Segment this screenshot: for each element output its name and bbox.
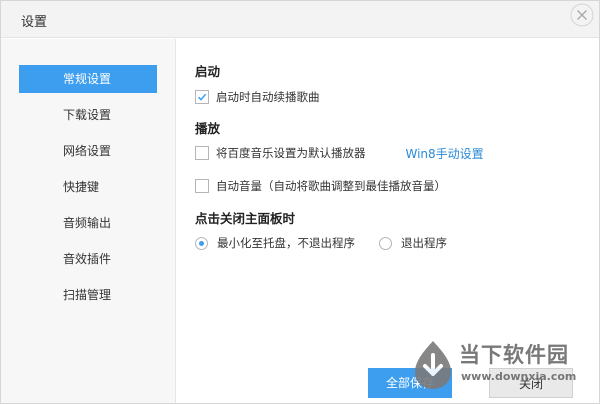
- sidebar-item-shortcuts[interactable]: 快捷键: [19, 173, 157, 201]
- auto-volume-checkbox[interactable]: [195, 179, 209, 193]
- settings-content: 启动 启动时自动续播歌曲 播放 将百度音乐设置为默认播放器 Win8手动设置 自…: [177, 39, 599, 403]
- dialog-title: 设置: [21, 15, 48, 30]
- section-title-startup: 启动: [195, 64, 221, 79]
- exit-program-option[interactable]: 退出程序: [379, 234, 447, 252]
- default-player-option[interactable]: 将百度音乐设置为默认播放器 Win8手动设置: [195, 144, 484, 162]
- default-player-checkbox[interactable]: [195, 146, 209, 160]
- default-player-label: 将百度音乐设置为默认播放器: [216, 146, 366, 160]
- sidebar-item-download[interactable]: 下载设置: [19, 101, 157, 129]
- exit-program-radio[interactable]: [379, 236, 392, 250]
- section-title-playback: 播放: [195, 121, 221, 136]
- close-button[interactable]: 关闭: [489, 368, 573, 398]
- sidebar-item-general[interactable]: 常规设置: [19, 65, 157, 93]
- autoplay-option[interactable]: 启动时自动续播歌曲: [195, 88, 320, 106]
- minimize-to-tray-radio[interactable]: [195, 236, 208, 250]
- sidebar-item-scan-management[interactable]: 扫描管理: [19, 281, 157, 309]
- sidebar-item-network[interactable]: 网络设置: [19, 137, 157, 165]
- minimize-to-tray-label: 最小化至托盘，不退出程序: [217, 236, 355, 250]
- section-title-close-behavior: 点击关闭主面板时: [195, 211, 296, 226]
- auto-volume-option[interactable]: 自动音量（自动将歌曲调整到最佳播放音量）: [195, 177, 446, 195]
- autoplay-label: 启动时自动续播歌曲: [216, 90, 320, 104]
- radio-selected-dot: [199, 240, 204, 246]
- sidebar-item-sound-effects[interactable]: 音效插件: [19, 245, 157, 273]
- minimize-to-tray-option[interactable]: 最小化至托盘，不退出程序: [195, 234, 355, 252]
- sidebar-item-audio-output[interactable]: 音频输出: [19, 209, 157, 237]
- title-bar[interactable]: 设置: [1, 1, 599, 38]
- auto-volume-label: 自动音量（自动将歌曲调整到最佳播放音量）: [216, 179, 446, 193]
- sidebar: 常规设置 下载设置 网络设置 快捷键 音频输出 音效插件 扫描管理: [1, 39, 176, 403]
- settings-dialog: 设置 常规设置 下载设置 网络设置 快捷键 音频输出 音效插件 扫描管理 启动 …: [0, 0, 600, 404]
- win8-settings-link[interactable]: Win8手动设置: [406, 145, 484, 162]
- exit-program-label: 退出程序: [401, 236, 447, 250]
- save-all-button[interactable]: 全部保存: [368, 368, 452, 398]
- close-icon[interactable]: [570, 3, 594, 27]
- autoplay-checkbox[interactable]: [195, 90, 209, 104]
- checkmark-icon: [197, 93, 207, 101]
